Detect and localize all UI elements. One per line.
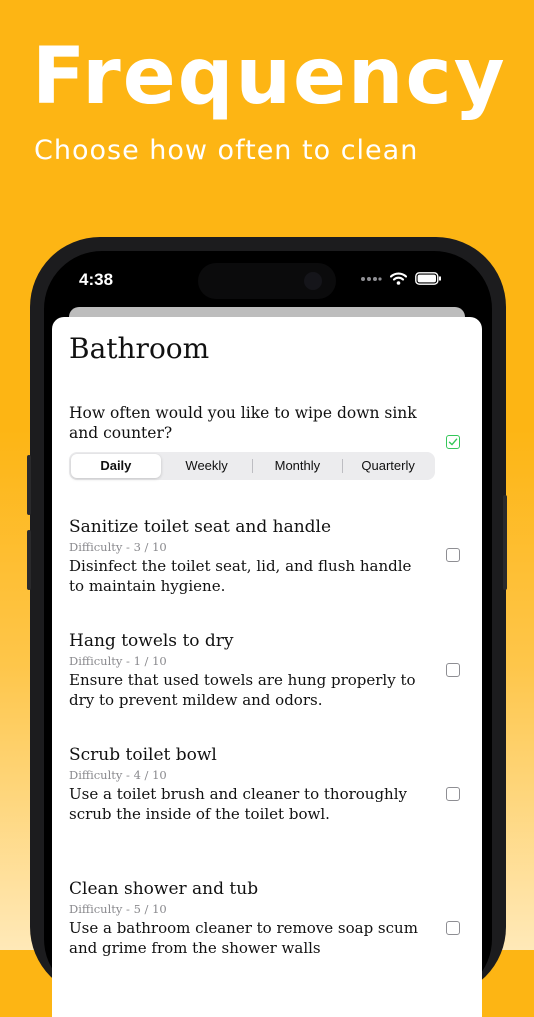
frequency-segmented-control: Daily Weekly Monthly Quarterly	[69, 452, 435, 480]
side-button-left	[27, 455, 31, 515]
side-button-left-2	[27, 530, 31, 590]
task-description: Ensure that used towels are hung properl…	[69, 671, 416, 709]
segment-daily[interactable]: Daily	[71, 454, 161, 478]
task-description: Use a bathroom cleaner to remove soap sc…	[69, 919, 418, 957]
signal-dots-icon	[361, 276, 382, 281]
task-description: Disinfect the toilet seat, lid, and flus…	[69, 557, 412, 595]
task-difficulty: Difficulty - 3 / 10	[69, 540, 167, 554]
task-title: Scrub toilet bowl	[69, 745, 217, 765]
task-item: Sanitize toilet seat and handle Difficul…	[69, 516, 429, 596]
segment-weekly[interactable]: Weekly	[162, 454, 252, 478]
hero-title: Frequency	[32, 32, 507, 122]
task-checkbox[interactable]	[446, 921, 460, 935]
task-difficulty: Difficulty - 4 / 10	[69, 768, 167, 782]
task-item: Clean shower and tub Difficulty - 5 / 10…	[69, 878, 429, 958]
task-item: Hang towels to dry Difficulty - 1 / 10 E…	[69, 630, 429, 710]
task-title: Clean shower and tub	[69, 879, 259, 899]
task-title: Hang towels to dry	[69, 631, 234, 651]
task-description: Use a toilet brush and cleaner to thorou…	[69, 785, 407, 823]
task-checkbox[interactable]	[446, 787, 460, 801]
status-icons	[360, 272, 442, 285]
front-camera	[304, 272, 322, 290]
frequency-question: How often would you like to wipe down si…	[69, 404, 417, 442]
wifi-icon	[390, 272, 407, 285]
sheet-title: Bathroom	[69, 332, 210, 365]
task-sheet: Bathroom How often would you like to wip…	[52, 317, 482, 1017]
checkmark-icon	[448, 438, 458, 446]
status-time: 4:38	[79, 270, 114, 289]
battery-icon	[415, 272, 441, 285]
task-checkbox[interactable]	[446, 548, 460, 562]
side-button-right	[503, 495, 507, 590]
segment-quarterly[interactable]: Quarterly	[343, 454, 433, 478]
hero-subtitle: Choose how often to clean	[34, 135, 419, 166]
task-checkbox[interactable]	[446, 663, 460, 677]
task-item: Scrub toilet bowl Difficulty - 4 / 10 Us…	[69, 744, 429, 824]
question-checkbox[interactable]	[446, 435, 460, 449]
task-difficulty: Difficulty - 1 / 10	[69, 654, 167, 668]
task-title: Sanitize toilet seat and handle	[69, 517, 332, 537]
segment-monthly[interactable]: Monthly	[253, 454, 343, 478]
task-difficulty: Difficulty - 5 / 10	[69, 902, 167, 916]
